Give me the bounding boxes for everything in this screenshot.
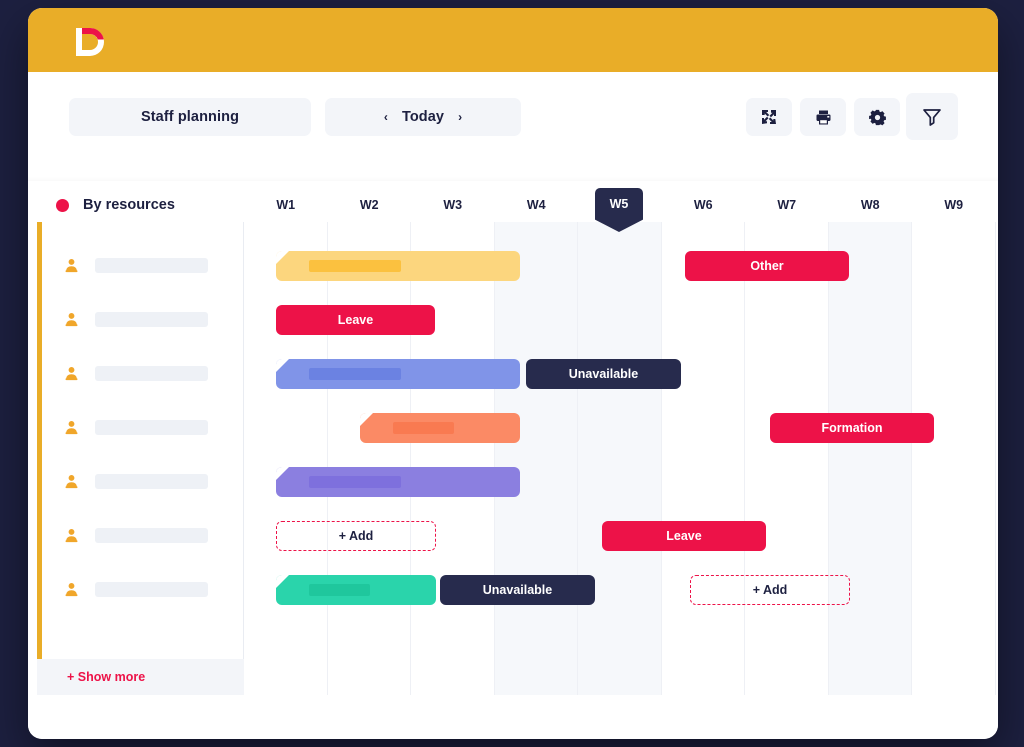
task-bar-label: Leave [666, 529, 702, 543]
gear-icon [868, 109, 886, 125]
task-bar-label: Formation [821, 421, 883, 435]
folded-corner-icon [360, 413, 373, 426]
resource-name-placeholder [95, 257, 208, 273]
task-progress-fill [393, 422, 454, 434]
grid-column-w8 [828, 222, 912, 695]
resource-name-placeholder [95, 581, 208, 597]
brand-bar [28, 8, 998, 72]
resource-list [42, 222, 244, 659]
add-task-button[interactable]: + Add [690, 575, 850, 605]
filter-button[interactable] [906, 93, 958, 140]
resource-name-placeholder [95, 419, 208, 435]
staff-planning-button[interactable]: Staff planning [69, 98, 311, 136]
resource-row[interactable] [42, 508, 244, 562]
grid-column-w2 [328, 222, 411, 695]
task-bar[interactable] [276, 359, 520, 389]
print-icon [816, 110, 830, 124]
resource-row[interactable] [42, 400, 244, 454]
add-task-button[interactable]: + Add [276, 521, 436, 551]
resource-name-placeholder [95, 473, 208, 489]
today-label: Today [401, 109, 445, 125]
task-bar-unavailable[interactable]: Unavailable [526, 359, 681, 389]
task-bar-label: Unavailable [568, 367, 639, 381]
next-week-arrow-icon[interactable]: › [458, 111, 462, 123]
resource-name-placeholder [95, 365, 208, 381]
resource-row[interactable] [42, 454, 244, 508]
resource-row[interactable] [42, 346, 244, 400]
grid-column-w5 [578, 222, 662, 695]
today-navigator[interactable]: ‹ Today › [325, 98, 521, 136]
person-icon [65, 474, 78, 488]
person-icon [65, 528, 78, 542]
grid-column-w1 [244, 222, 328, 695]
task-bar[interactable] [276, 467, 520, 497]
grid-column-w6 [662, 222, 745, 695]
grid-column-w4 [494, 222, 578, 695]
resource-name-placeholder [95, 311, 208, 327]
app-root: Staff planning ‹ Today › By resources W1… [0, 0, 1024, 747]
person-icon [65, 582, 78, 596]
resource-row[interactable] [42, 238, 244, 292]
task-bar-leave[interactable]: Leave [602, 521, 766, 551]
logo-icon [76, 27, 104, 56]
task-bar-leave[interactable]: Leave [276, 305, 435, 335]
expand-button[interactable] [746, 98, 792, 136]
grid-column-w7 [745, 222, 829, 695]
task-bar-label: Unavailable [482, 583, 553, 597]
filter-icon [923, 108, 941, 126]
task-progress-fill [309, 476, 401, 488]
task-bar[interactable] [276, 575, 436, 605]
task-progress-fill [309, 260, 401, 272]
grid-column-w3 [411, 222, 495, 695]
timeline-grid: Other Leave Unavailable Formation + Add Leave… [244, 222, 998, 739]
toolbar: Staff planning ‹ Today › [28, 72, 998, 174]
print-button[interactable] [800, 98, 846, 136]
task-bar-other[interactable]: Other [685, 251, 849, 281]
expand-icon [762, 110, 776, 124]
task-bar[interactable] [360, 413, 520, 443]
group-by-label: By resources [83, 197, 175, 213]
grid-header-surface: By resources W1 W2 W3 W4 W5 W6 W7 W8 W9 [28, 181, 998, 232]
person-icon [65, 420, 78, 434]
task-bar-label: Leave [337, 313, 374, 327]
grid-column-w9 [912, 222, 996, 695]
folded-corner-icon [276, 251, 289, 264]
task-bar-label: Other [750, 259, 784, 273]
settings-button[interactable] [854, 98, 900, 136]
folded-corner-icon [276, 575, 289, 588]
person-icon [65, 312, 78, 326]
person-icon [65, 258, 78, 272]
resource-row[interactable] [42, 292, 244, 346]
task-bar[interactable] [276, 251, 520, 281]
status-dot-icon [56, 198, 69, 212]
prev-week-arrow-icon[interactable]: ‹ [384, 111, 388, 123]
folded-corner-icon [276, 467, 289, 480]
show-more-button[interactable]: + Show more [37, 659, 244, 695]
task-bar-formation[interactable]: Formation [770, 413, 934, 443]
task-progress-fill [309, 368, 401, 380]
planning-card: Staff planning ‹ Today › By resources W1… [28, 8, 998, 739]
grid-body: + Show more Other Leave Unavailable Formati… [28, 222, 998, 739]
person-icon [65, 366, 78, 380]
resource-name-placeholder [95, 527, 208, 543]
resource-row[interactable] [42, 562, 244, 616]
task-progress-fill [309, 584, 370, 596]
folded-corner-icon [276, 359, 289, 372]
task-bar-unavailable[interactable]: Unavailable [440, 575, 595, 605]
